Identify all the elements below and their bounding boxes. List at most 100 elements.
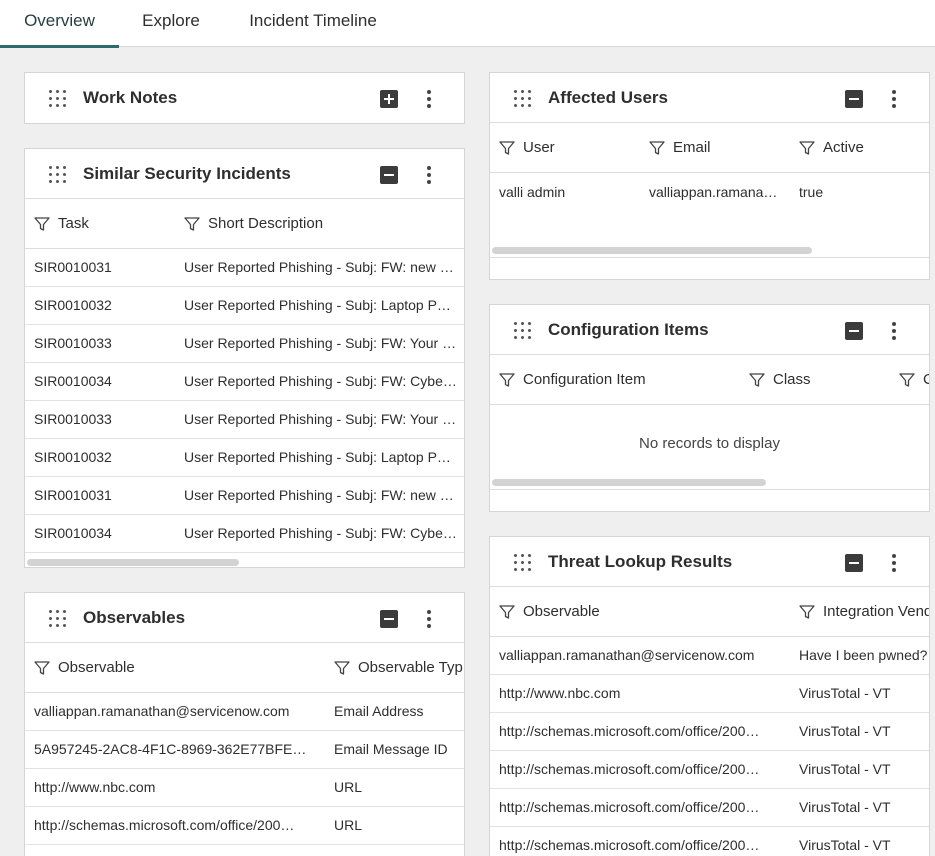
table-row[interactable]: valli admin valliappan.ramana… true (490, 173, 929, 213)
filter-icon[interactable] (499, 372, 515, 388)
more-options-icon[interactable] (890, 553, 898, 573)
table-row[interactable]: http://schemas.microsoft.com/office/200…… (490, 789, 929, 827)
card-header: Affected Users (490, 73, 929, 123)
column-label: Configuration Item (523, 371, 646, 388)
table-row[interactable]: SIR0010032 User Reported Phishing - Subj:… (25, 439, 464, 477)
filter-icon[interactable] (799, 140, 815, 156)
filter-icon[interactable] (34, 660, 50, 676)
more-options-icon[interactable] (425, 609, 433, 629)
table-row[interactable]: http://schemas.microsoft.com/office/200…… (25, 807, 464, 845)
drag-grip-icon[interactable] (514, 554, 532, 572)
table-header: Observable Observable Typ (25, 643, 464, 693)
table-row[interactable]: SIR0010034 User Reported Phishing - Subj:… (25, 363, 464, 401)
divider (490, 489, 929, 490)
vendor-cell: VirusTotal - VT (799, 761, 891, 777)
observable-cell: http://schemas.microsoft.com/office/200… (499, 837, 760, 853)
column-label: Integration Vend (823, 603, 930, 620)
task-cell: SIR0010032 (34, 297, 112, 313)
collapse-button[interactable] (380, 166, 398, 184)
tab-bar: Overview Explore Incident Timeline (0, 0, 935, 48)
similar-incidents-card: Similar Security Incidents Task Short De… (24, 148, 465, 568)
short-description-cell: User Reported Phishing - Subj: Laptop P… (184, 297, 451, 313)
more-options-icon[interactable] (425, 89, 433, 109)
drag-grip-icon[interactable] (49, 610, 67, 628)
table-row[interactable]: SIR0010034 User Reported Phishing - Subj:… (25, 515, 464, 553)
column-header-observable[interactable]: Observable (499, 587, 600, 637)
table-row[interactable]: SIR0010033 User Reported Phishing - Subj:… (25, 325, 464, 363)
threat-lookup-card: Threat Lookup Results Observable Integra… (489, 536, 930, 856)
observable-type-cell: URL (334, 817, 363, 833)
filter-icon[interactable] (649, 140, 665, 156)
filter-icon[interactable] (334, 660, 350, 676)
filter-icon[interactable] (499, 604, 515, 620)
column-header-class[interactable]: Class (749, 355, 811, 405)
column-header-c[interactable]: C (899, 355, 929, 405)
expand-button[interactable] (380, 90, 398, 108)
column-header-integration-vendor[interactable]: Integration Vend (799, 587, 930, 637)
more-options-icon[interactable] (890, 321, 898, 341)
column-header-user[interactable]: User (499, 123, 555, 173)
column-header-observable[interactable]: Observable (34, 643, 135, 693)
table-row[interactable]: SIR0010032 User Reported Phishing - Subj:… (25, 287, 464, 325)
table-row[interactable]: SIR0010031 User Reported Phishing - Subj:… (25, 477, 464, 515)
observable-type-cell: Email Message ID (334, 741, 448, 757)
tab-incident-timeline[interactable]: Incident Timeline (236, 0, 390, 47)
drag-grip-icon[interactable] (49, 90, 67, 108)
table-header: User Email Active (490, 123, 929, 173)
table-row[interactable]: 5A957245-2AC8-4F1C-8969-362E77BFE… Email … (25, 731, 464, 769)
column-label: Class (773, 371, 811, 388)
card-title: Affected Users (548, 88, 668, 107)
collapse-button[interactable] (845, 322, 863, 340)
table-row[interactable]: SIR0010031 User Reported Phishing - Subj:… (25, 249, 464, 287)
column-header-active[interactable]: Active (799, 123, 864, 173)
table-row[interactable]: http://www.nbc.com VirusTotal - VT (490, 675, 929, 713)
collapse-button[interactable] (845, 90, 863, 108)
drag-grip-icon[interactable] (49, 166, 67, 184)
column-label: Observable Typ (358, 659, 463, 676)
task-cell: SIR0010034 (34, 373, 112, 389)
observable-cell: http://schemas.microsoft.com/office/200… (34, 817, 295, 833)
table-row[interactable]: valliappan.ramanathan@servicenow.com Emai… (25, 693, 464, 731)
vendor-cell: VirusTotal - VT (799, 685, 891, 701)
column-header-short-description[interactable]: Short Description (184, 199, 323, 249)
filter-icon[interactable] (749, 372, 765, 388)
observables-card: Observables Observable Observable Typ va… (24, 592, 465, 856)
short-description-cell: User Reported Phishing - Subj: FW: Your … (184, 335, 457, 351)
horizontal-scrollbar[interactable] (27, 559, 239, 566)
observable-cell: valliappan.ramanathan@servicenow.com (499, 647, 755, 663)
filter-icon[interactable] (184, 216, 200, 232)
table-row[interactable]: http://schemas.microsoft.com/office/200…… (490, 713, 929, 751)
table-row[interactable]: SIR0010033 User Reported Phishing - Subj:… (25, 401, 464, 439)
column-header-observable-type[interactable]: Observable Typ (334, 643, 463, 693)
collapse-button[interactable] (845, 554, 863, 572)
more-options-icon[interactable] (890, 89, 898, 109)
column-label: Observable (523, 603, 600, 620)
drag-grip-icon[interactable] (514, 90, 532, 108)
table-row[interactable]: valliappan.ramanathan@servicenow.com Have… (490, 637, 929, 675)
collapse-button[interactable] (380, 610, 398, 628)
column-header-email[interactable]: Email (649, 123, 711, 173)
filter-icon[interactable] (899, 372, 915, 388)
column-header-configuration-item[interactable]: Configuration Item (499, 355, 646, 405)
short-description-cell: User Reported Phishing - Subj: Laptop P… (184, 449, 451, 465)
horizontal-scrollbar[interactable] (492, 247, 812, 254)
configuration-items-card: Configuration Items Configuration Item C… (489, 304, 930, 512)
more-options-icon[interactable] (425, 165, 433, 185)
empty-state-message: No records to display (639, 435, 780, 452)
table-row[interactable]: http://www.nbc.com URL (25, 769, 464, 807)
table-row[interactable]: http://schemas.microsoft.com/office/200…… (490, 827, 929, 856)
drag-grip-icon[interactable] (514, 322, 532, 340)
card-title: Similar Security Incidents (83, 164, 291, 183)
filter-icon[interactable] (799, 604, 815, 620)
filter-icon[interactable] (499, 140, 515, 156)
tab-explore[interactable]: Explore (128, 0, 214, 47)
card-title: Observables (83, 608, 186, 627)
active-cell: true (799, 184, 824, 200)
horizontal-scrollbar[interactable] (492, 479, 766, 486)
column-header-task[interactable]: Task (34, 199, 89, 249)
tab-overview[interactable]: Overview (0, 0, 119, 48)
column-label: Short Description (208, 215, 324, 232)
column-label: Active (823, 139, 864, 156)
filter-icon[interactable] (34, 216, 50, 232)
table-row[interactable]: http://schemas.microsoft.com/office/200…… (490, 751, 929, 789)
